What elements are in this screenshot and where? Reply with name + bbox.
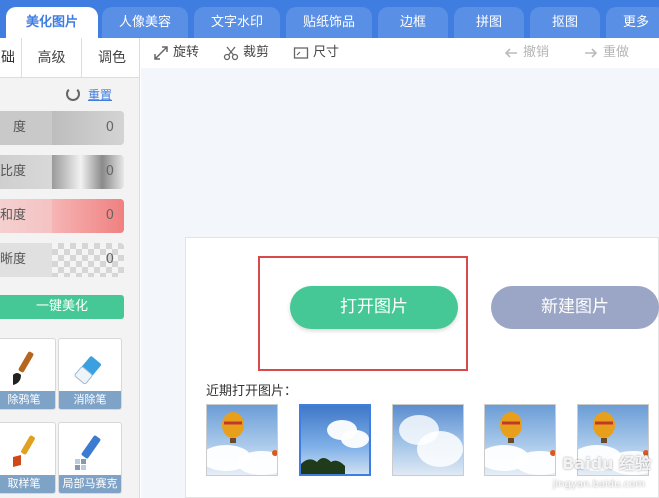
redo-arrow-icon — [585, 48, 598, 58]
subtab-basic[interactable]: 础 — [0, 38, 22, 78]
recent-thumbnail[interactable] — [392, 404, 464, 476]
tab-stickers[interactable]: 贴纸饰品 — [286, 7, 372, 38]
tab-label: 拼图 — [475, 15, 502, 30]
slider-track[interactable]: 0 — [52, 199, 124, 233]
tab-cutout[interactable]: 抠图 — [530, 7, 600, 38]
brush-icon — [13, 351, 34, 385]
tool-label: 取样笔 — [0, 475, 55, 493]
tab-label: 更多 — [622, 15, 649, 30]
tab-more[interactable]: 更多 — [606, 7, 659, 38]
slider-value: 0 — [105, 208, 114, 223]
tool-label: 局部马赛克 — [59, 475, 121, 493]
subtab-color[interactable]: 调色 — [82, 38, 139, 78]
recent-thumbnail[interactable] — [206, 404, 278, 476]
reset-link[interactable]: 重置 — [88, 86, 112, 104]
tool-doodle-brush[interactable]: 除鸦笔 — [0, 338, 56, 410]
subtab-advanced[interactable]: 高级 — [22, 38, 82, 78]
highlight-box — [258, 256, 468, 371]
rotate-button[interactable]: 旋转 — [153, 44, 213, 62]
new-image-button[interactable]: 新建图片 — [491, 286, 659, 329]
tool-eraser[interactable]: 消除笔 — [58, 338, 122, 410]
sharpness-slider[interactable]: 晰度 0 — [0, 243, 124, 277]
adjust-panel: 础 高级 调色 重置 度 0 比度 0 和度 0 晰度 0 一键美化 除鸦笔 消… — [0, 38, 140, 498]
slider-value: 0 — [105, 120, 114, 135]
scissors-icon — [223, 46, 239, 61]
slider-label: 晰度 — [0, 252, 27, 267]
one-key-beautify-button[interactable]: 一键美化 — [0, 295, 124, 319]
tab-label: 美化图片 — [25, 15, 78, 30]
tab-label: 文字水印 — [210, 15, 263, 30]
slider-value: 0 — [105, 252, 114, 267]
tool-label: 消除笔 — [59, 391, 121, 409]
tab-portrait[interactable]: 人像美容 — [102, 7, 188, 38]
undo-arrow-icon — [504, 48, 517, 58]
reset-icon[interactable] — [66, 87, 80, 101]
size-button[interactable]: 尺寸 — [293, 44, 353, 62]
slider-label: 比度 — [0, 164, 27, 179]
resize-icon — [293, 47, 309, 59]
tab-beautify[interactable]: 美化图片 — [6, 7, 98, 38]
tab-border[interactable]: 边框 — [378, 7, 448, 38]
watermark-url: jingyan.baidu.com — [552, 479, 645, 490]
tab-collage[interactable]: 拼图 — [454, 7, 524, 38]
contrast-slider[interactable]: 比度 0 — [0, 155, 124, 189]
undo-button[interactable]: 撤销 — [503, 44, 563, 62]
paint-brush-icon — [13, 435, 35, 467]
mosaic-pen-icon — [75, 435, 101, 470]
top-tab-bar: 美化图片 人像美容 文字水印 贴纸饰品 边框 拼图 抠图 更多 — [0, 0, 659, 38]
slider-label: 度 — [12, 120, 26, 135]
canvas-toolbar: 旋转 裁剪 尺寸 撤销 重做 — [141, 38, 659, 68]
tool-label: 除鸦笔 — [0, 391, 55, 409]
slider-label: 和度 — [0, 208, 27, 223]
tab-label: 边框 — [399, 15, 426, 30]
recent-thumbnail[interactable] — [299, 404, 371, 476]
toolbar-label: 裁剪 — [243, 45, 270, 60]
tab-label: 贴纸饰品 — [302, 15, 355, 30]
hot-air-balloon-icon — [500, 412, 555, 456]
crop-button[interactable]: 裁剪 — [223, 44, 283, 62]
slider-value: 0 — [105, 164, 114, 179]
rotate-icon — [154, 46, 168, 60]
brightness-slider[interactable]: 度 0 — [0, 111, 124, 145]
trees-icon — [301, 458, 345, 474]
tool-local-mosaic[interactable]: 局部马赛克 — [58, 422, 122, 494]
toolbar-label: 重做 — [603, 45, 630, 60]
toolbar-label: 旋转 — [173, 45, 200, 60]
subtab-bar: 础 高级 调色 — [0, 38, 139, 78]
slider-track[interactable]: 0 — [52, 111, 124, 145]
tool-sample-brush[interactable]: 取样笔 — [0, 422, 56, 494]
eraser-icon — [74, 356, 101, 385]
recent-thumbnail[interactable] — [484, 404, 556, 476]
recent-images-label: 近期打开图片： — [206, 384, 298, 399]
hot-air-balloon-icon — [222, 412, 277, 456]
tab-label: 抠图 — [551, 15, 578, 30]
tab-label: 人像美容 — [118, 15, 171, 30]
watermark-text: Baidu 经验 — [562, 454, 651, 473]
saturation-slider[interactable]: 和度 0 — [0, 199, 124, 233]
toolbar-label: 尺寸 — [313, 45, 340, 60]
tab-text-watermark[interactable]: 文字水印 — [194, 7, 280, 38]
toolbar-label: 撤销 — [523, 45, 550, 60]
slider-track[interactable]: 0 — [52, 155, 124, 189]
slider-track[interactable]: 0 — [52, 243, 124, 277]
redo-button[interactable]: 重做 — [583, 44, 643, 62]
